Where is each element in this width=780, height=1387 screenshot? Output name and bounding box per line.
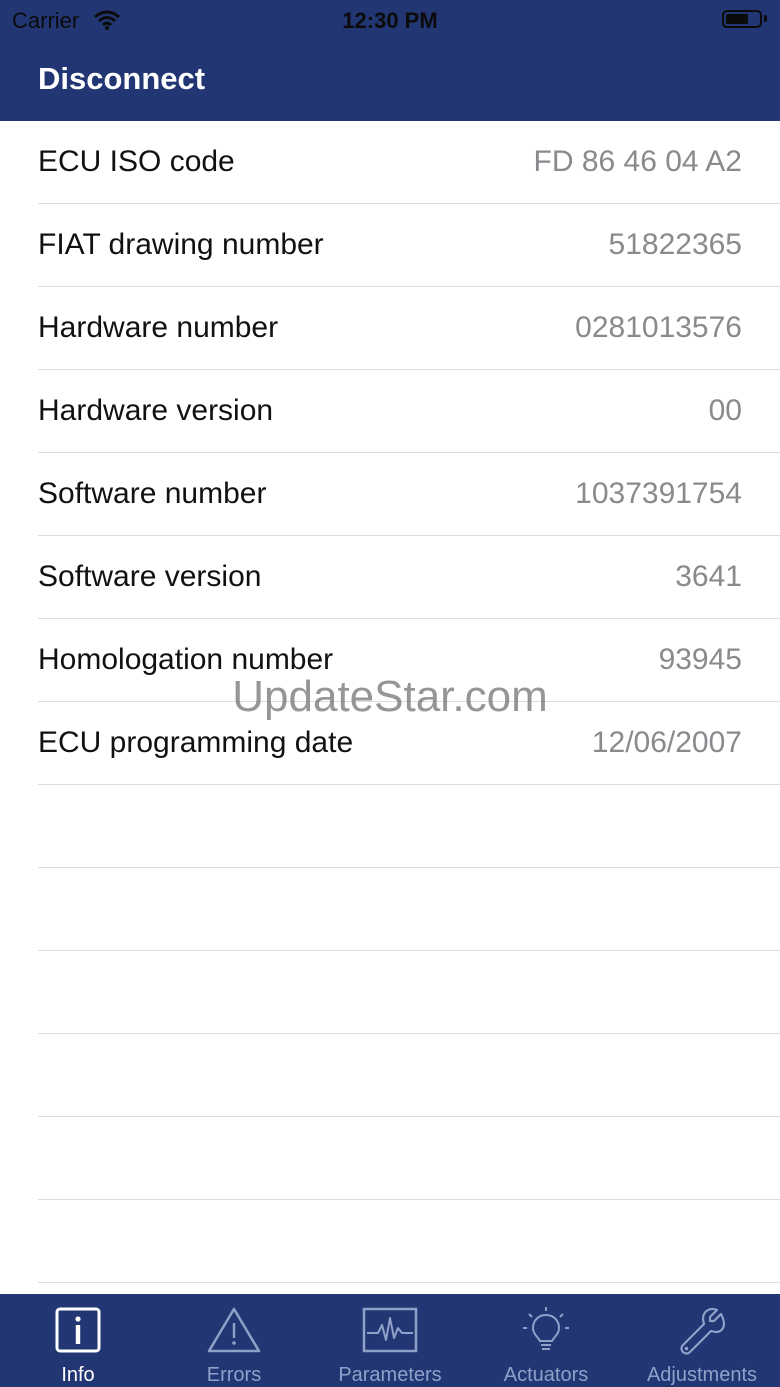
row-label: Hardware version: [38, 394, 274, 427]
battery-tip: [764, 15, 767, 22]
battery-icon: [722, 10, 762, 28]
list-item: ECU programming date 12/06/2007: [0, 702, 780, 785]
tab-label: Errors: [206, 1364, 262, 1386]
tab-label: Adjustments: [646, 1364, 758, 1386]
empty-row: [0, 1117, 780, 1200]
tab-label: Parameters: [338, 1364, 442, 1386]
tab-label: Info: [61, 1364, 95, 1386]
warning-icon: [207, 1307, 261, 1353]
list-item: ECU ISO code FD 86 46 04 A2: [0, 121, 780, 204]
navigation-bar: Disconnect: [0, 40, 780, 121]
empty-row: [0, 951, 780, 1034]
row-value: 12/06/2007: [591, 726, 742, 759]
row-label: Hardware number: [38, 311, 279, 344]
tab-adjustments[interactable]: Adjustments: [624, 1294, 780, 1387]
row-value: FD 86 46 04 A2: [533, 145, 742, 178]
empty-row: [0, 1034, 780, 1117]
lightbulb-icon: [523, 1307, 569, 1350]
row-label: FIAT drawing number: [38, 228, 324, 261]
list-item: Software number 1037391754: [0, 453, 780, 536]
row-label: ECU programming date: [38, 726, 354, 759]
row-label: ECU ISO code: [38, 145, 235, 178]
row-value: 0281013576: [575, 311, 742, 344]
tab-label: Actuators: [503, 1364, 589, 1386]
list-item: Software version 3641: [0, 536, 780, 619]
row-value: 51822365: [608, 228, 742, 261]
waveform-icon: [362, 1307, 418, 1353]
wrench-icon: [680, 1307, 725, 1355]
tab-actuators[interactable]: Actuators: [468, 1294, 624, 1387]
info-icon: [55, 1307, 101, 1353]
ecu-info-list: ECU ISO code FD 86 46 04 A2 FIAT drawing …: [0, 121, 780, 1283]
row-value: 93945: [658, 643, 742, 676]
list-item: Hardware number 0281013576: [0, 287, 780, 370]
list-item: FIAT drawing number 51822365: [0, 204, 780, 287]
row-label: Software version: [38, 560, 262, 593]
disconnect-button[interactable]: Disconnect: [38, 61, 205, 97]
row-value: 00: [708, 394, 742, 427]
status-time: 12:30 PM: [342, 8, 438, 33]
tab-bar: Info Errors Parameters Actuators Adjustm…: [0, 1294, 780, 1387]
tab-errors[interactable]: Errors: [156, 1294, 312, 1387]
row-separator: [38, 1282, 780, 1283]
row-value: 3641: [675, 560, 742, 593]
row-value: 1037391754: [575, 477, 742, 510]
list-item: Homologation number 93945: [0, 619, 780, 702]
empty-row: [0, 1200, 780, 1283]
status-bar: Carrier 12:30 PM: [0, 0, 780, 40]
tab-info[interactable]: Info: [0, 1294, 156, 1387]
row-label: Homologation number: [38, 643, 334, 676]
row-label: Software number: [38, 477, 267, 510]
empty-row: [0, 868, 780, 951]
tab-parameters[interactable]: Parameters: [312, 1294, 468, 1387]
list-item: Hardware version 00: [0, 370, 780, 453]
empty-row: [0, 785, 780, 868]
